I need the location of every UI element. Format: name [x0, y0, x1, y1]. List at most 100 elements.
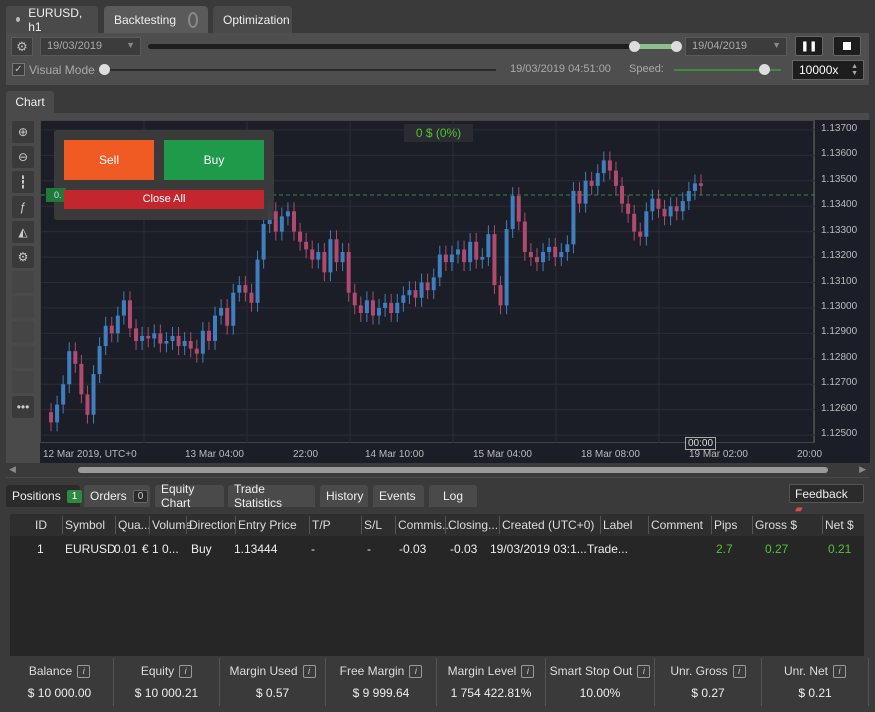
chart-scrollbar[interactable]: ◀ ▶: [6, 463, 869, 477]
candle-body: [571, 190, 576, 245]
tool-placeholder-icon[interactable]: [12, 296, 34, 318]
info-icon[interactable]: i: [732, 664, 746, 678]
tab-history[interactable]: History: [320, 485, 368, 507]
candle-body: [103, 325, 108, 347]
candle-body: [85, 394, 90, 415]
more-icon[interactable]: •••: [12, 396, 34, 418]
tool-placeholder-icon[interactable]: [12, 271, 34, 293]
column-header[interactable]: Commis...: [398, 518, 452, 532]
tab-orders[interactable]: Orders 0: [84, 485, 150, 507]
candle-body: [595, 173, 600, 186]
column-header[interactable]: Created (UTC+0): [502, 518, 594, 532]
stat-label: Unr. Net: [783, 664, 828, 678]
range-end-handle[interactable]: [671, 41, 682, 52]
column-header[interactable]: Label: [603, 518, 632, 532]
column-header[interactable]: Comment: [651, 518, 703, 532]
info-icon[interactable]: i: [833, 664, 846, 678]
pnl-label: 0 $ (0%): [404, 124, 473, 142]
start-date-select[interactable]: 19/03/2019 ▼: [40, 37, 141, 56]
end-date-value: 19/04/2019: [692, 40, 748, 52]
visual-progress-track[interactable]: [103, 69, 496, 71]
candle-body: [346, 251, 351, 293]
stat-label: Balance: [28, 664, 73, 678]
table-cell: -: [367, 542, 371, 556]
close-all-button[interactable]: Close All: [64, 190, 264, 209]
gear-icon[interactable]: ⚙: [11, 37, 33, 56]
period-range-slider[interactable]: [148, 44, 678, 49]
candle-body: [334, 239, 339, 263]
visual-mode-checkbox[interactable]: ✓: [12, 63, 25, 76]
indicator-icon[interactable]: ƒ: [12, 196, 34, 218]
tool-placeholder-icon[interactable]: [12, 321, 34, 343]
info-icon[interactable]: i: [521, 664, 535, 678]
candles-icon[interactable]: ┇: [12, 171, 34, 193]
speed-input[interactable]: 10000x ▲ ▼: [792, 60, 864, 80]
column-header[interactable]: Entry Price: [238, 518, 297, 532]
candle-body: [55, 404, 60, 423]
stat-block: Margin Level i 1 754 422.81%: [437, 658, 546, 706]
tab-log-label: Log: [442, 489, 464, 503]
tool-placeholder-icon[interactable]: [12, 346, 34, 368]
objects-icon[interactable]: ◭: [12, 221, 34, 243]
candle-body: [79, 363, 84, 395]
candle-body: [498, 285, 503, 306]
zoom-out-icon[interactable]: ⊖: [12, 146, 34, 168]
column-header[interactable]: T/P: [312, 518, 331, 532]
candle-body: [170, 335, 175, 341]
settings-icon[interactable]: ⚙: [12, 246, 34, 268]
range-start-handle[interactable]: [629, 41, 640, 52]
table-cell: EURUSD: [65, 542, 116, 556]
speed-handle[interactable]: [759, 64, 770, 75]
tool-placeholder-icon[interactable]: [12, 371, 34, 393]
column-header[interactable]: Direction: [189, 518, 236, 532]
info-icon[interactable]: i: [77, 664, 91, 678]
candle-body: [644, 211, 649, 237]
column-header[interactable]: Gross $: [755, 518, 797, 532]
info-icon[interactable]: i: [409, 664, 423, 678]
column-header[interactable]: Net $: [825, 518, 854, 532]
pause-button[interactable]: ❚❚: [795, 36, 823, 56]
stat-value: 1 754 422.81%: [450, 686, 532, 700]
tab-optimization[interactable]: Optimization: [213, 6, 292, 33]
tab-trade-statistics[interactable]: Trade Statistics: [228, 482, 315, 510]
column-header[interactable]: Symbol: [65, 518, 105, 532]
candle-body: [559, 251, 564, 258]
scroll-thumb[interactable]: [78, 467, 828, 473]
tab-events[interactable]: Events: [373, 485, 424, 507]
visual-progress-handle[interactable]: [99, 64, 110, 75]
tab-symbol[interactable]: EURUSD, h1: [6, 6, 98, 34]
tab-log[interactable]: Log: [429, 485, 477, 507]
tab-chart[interactable]: Chart: [6, 91, 54, 113]
sell-button[interactable]: Sell: [64, 140, 154, 180]
tab-positions[interactable]: Positions 1: [6, 485, 83, 507]
candle-body: [237, 285, 242, 293]
candle-body: [206, 330, 211, 341]
scroll-right-icon[interactable]: ▶: [859, 464, 866, 475]
stop-button[interactable]: [833, 36, 861, 56]
end-date-select[interactable]: 19/04/2019 ▼: [685, 37, 787, 56]
tab-equity-chart[interactable]: Equity Chart: [155, 482, 224, 510]
stat-label: Margin Used: [229, 664, 298, 678]
candle-body: [437, 254, 442, 278]
tab-backtesting[interactable]: Backtesting: [104, 6, 208, 33]
column-header[interactable]: S/L: [364, 518, 382, 532]
info-icon[interactable]: i: [637, 664, 651, 678]
zoom-in-icon[interactable]: ⊕: [12, 121, 34, 143]
candle-body: [152, 333, 157, 339]
candle-body: [340, 251, 345, 263]
column-header[interactable]: ID: [35, 518, 47, 532]
column-divider: [115, 516, 116, 534]
positions-table: ID Symbol Qua... Volume Direction Entry Price…: [10, 514, 864, 656]
column-header[interactable]: Qua...: [118, 518, 151, 532]
candle-body: [91, 374, 96, 415]
feedback-button[interactable]: Feedback ▰: [789, 484, 864, 515]
info-icon[interactable]: i: [302, 664, 316, 678]
column-header[interactable]: Closing...: [448, 518, 498, 532]
candle-body: [674, 206, 679, 212]
buy-button[interactable]: Buy: [164, 140, 264, 180]
column-header[interactable]: Pips: [714, 518, 737, 532]
scroll-left-icon[interactable]: ◀: [9, 464, 16, 475]
candle-body: [261, 224, 266, 260]
candle-body: [668, 206, 673, 217]
info-icon[interactable]: i: [179, 664, 193, 678]
